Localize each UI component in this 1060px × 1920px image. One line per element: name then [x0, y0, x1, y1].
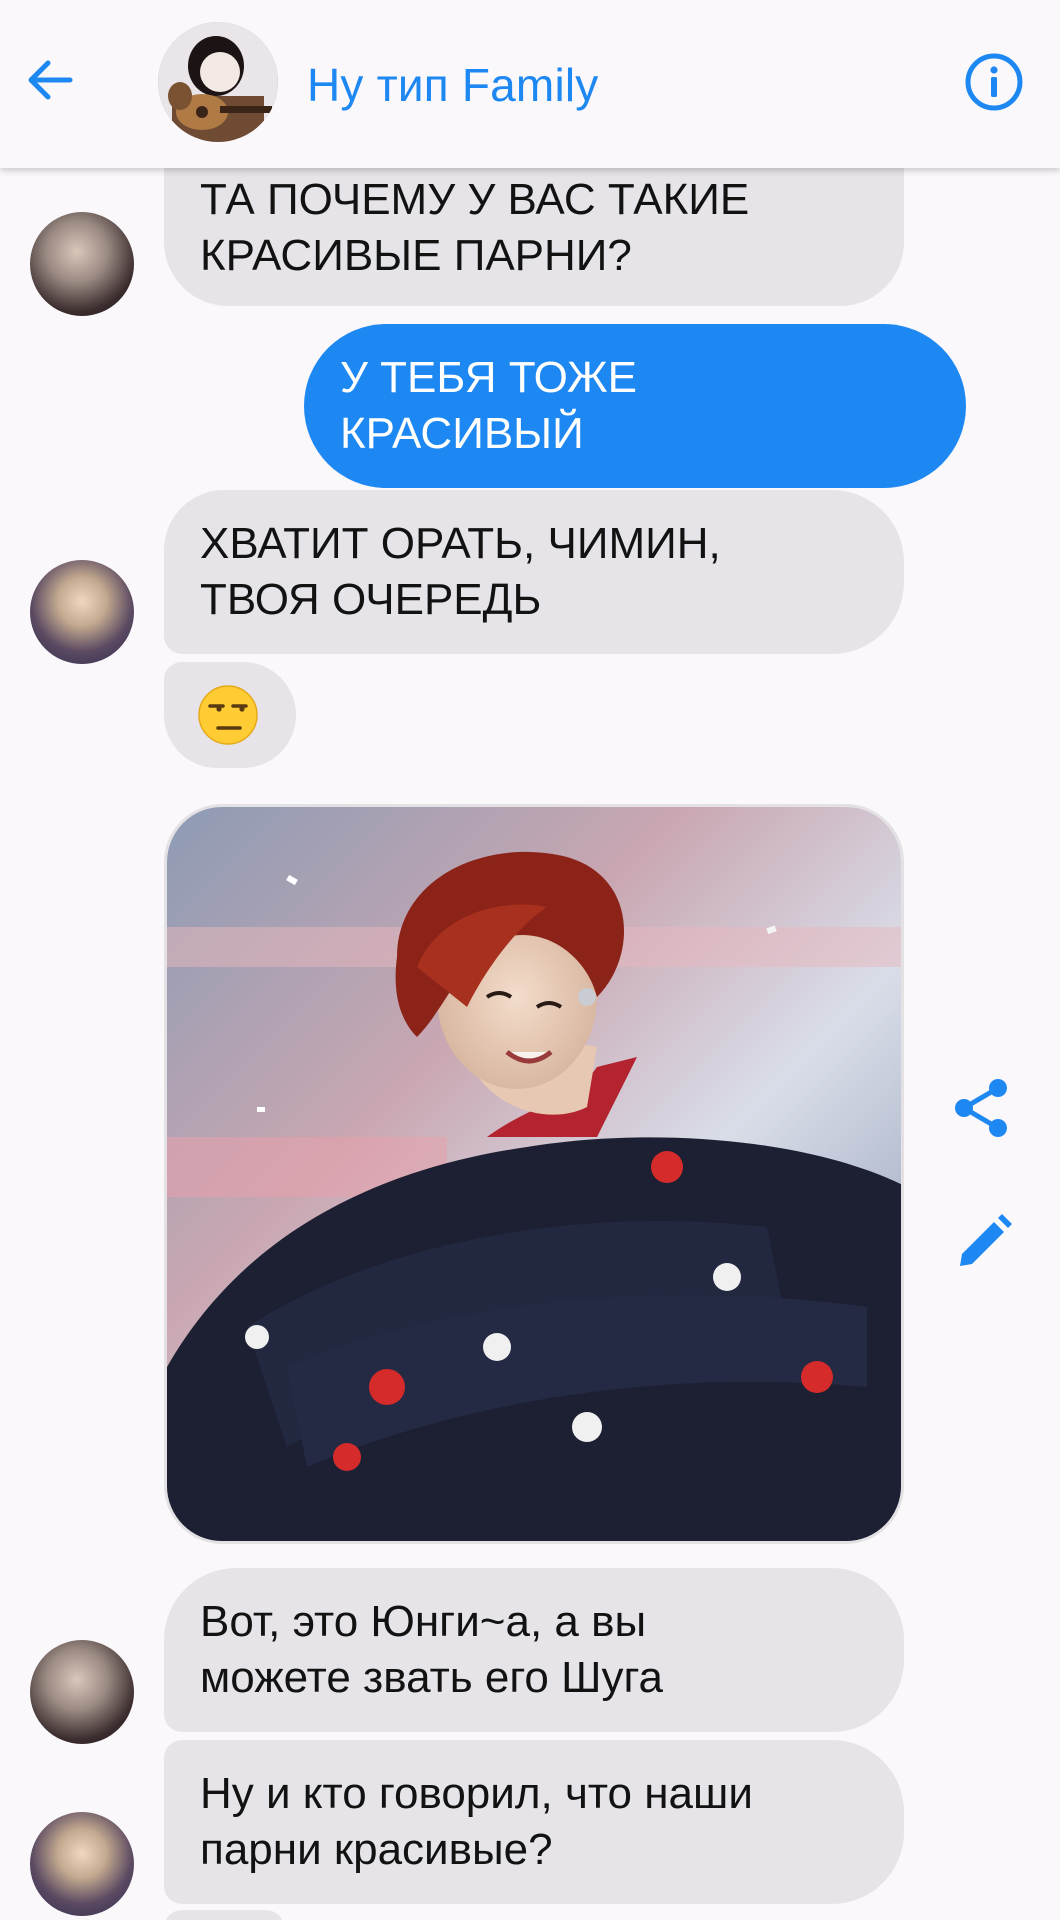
edit-pencil-icon[interactable]	[952, 1210, 1016, 1274]
message-bubble-outgoing[interactable]: У ТЕБЯ ТОЖЕ КРАСИВЫЙ	[304, 324, 966, 488]
sender-avatar[interactable]	[30, 1640, 134, 1744]
share-icon[interactable]	[950, 1076, 1014, 1140]
message-line: можете звать его Шуга	[200, 1653, 664, 1702]
message-bubble-incoming[interactable]: Вот, это Юнги~а, а вы можете звать его Ш…	[164, 1568, 904, 1732]
photo-message[interactable]	[164, 804, 904, 1544]
sender-avatar[interactable]	[30, 1812, 134, 1916]
message-line: парни красивые?	[200, 1825, 553, 1874]
message-bubble-incoming[interactable]: ТА ПОЧЕМУ У ВАС ТАКИЕ КРАСИВЫЕ ПАРНИ?	[164, 148, 904, 306]
message-bubble-incoming[interactable]	[164, 1910, 284, 1920]
message-line: ХВАТИТ ОРАТЬ, ЧИМИН,	[200, 519, 721, 568]
message-line: КРАСИВЫЕ ПАРНИ?	[200, 231, 632, 280]
chat-title[interactable]: Ну тип Family	[307, 58, 599, 112]
message-line: У ТЕБЯ ТОЖЕ	[340, 353, 637, 402]
message-line: ТВОЯ ОЧЕРЕДЬ	[200, 575, 542, 624]
message-bubble-incoming[interactable]: ХВАТИТ ОРАТЬ, ЧИМИН, ТВОЯ ОЧЕРЕДЬ	[164, 490, 904, 654]
unamused-face-icon	[198, 685, 258, 745]
message-line: Вот, это Юнги~а, а вы	[200, 1597, 647, 1646]
message-line: Ну и кто говорил, что наши	[200, 1769, 753, 1818]
message-line: ТА ПОЧЕМУ У ВАС ТАКИЕ	[200, 175, 750, 224]
emoji-bubble[interactable]	[164, 662, 296, 768]
sender-avatar[interactable]	[30, 212, 134, 316]
message-line: КРАСИВЫЙ	[340, 409, 584, 458]
chat-header: Ну тип Family	[0, 0, 1060, 168]
group-avatar[interactable]	[158, 22, 278, 142]
back-arrow-icon[interactable]	[22, 52, 78, 108]
info-icon[interactable]	[964, 52, 1024, 112]
message-bubble-incoming[interactable]: Ну и кто говорил, что наши парни красивы…	[164, 1740, 904, 1904]
sender-avatar[interactable]	[30, 560, 134, 664]
